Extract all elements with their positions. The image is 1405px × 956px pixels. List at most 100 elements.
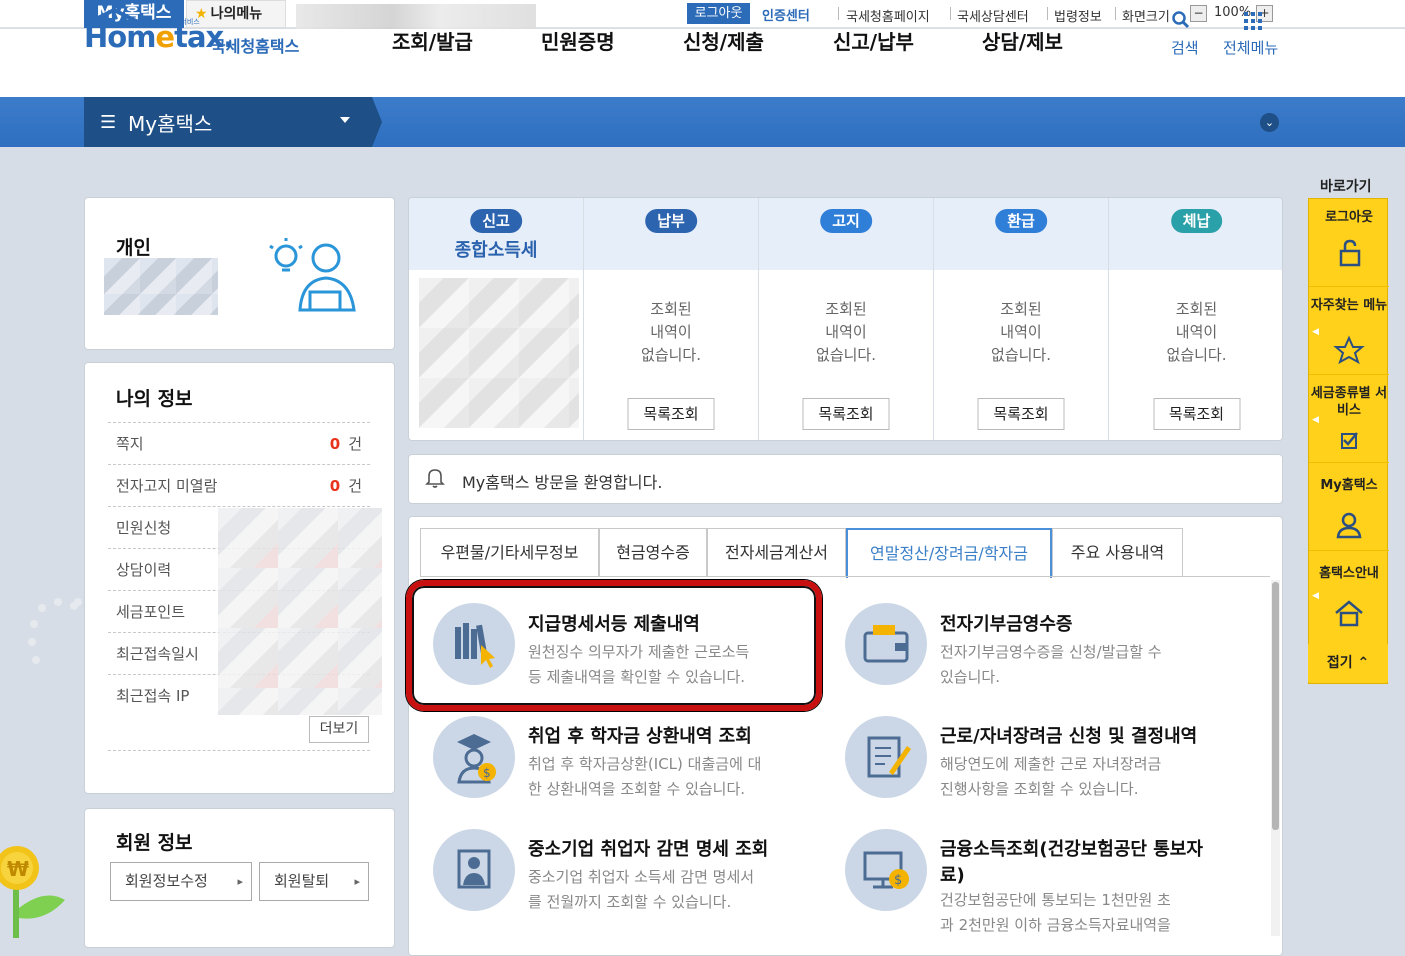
more-button[interactable]: 더보기 [309, 716, 369, 743]
nav-report-pay[interactable]: 신고/납부 [833, 26, 914, 55]
desc-line: 있습니다. [940, 668, 1000, 686]
service-desc: 전자기부금영수증을 신청/발급할 수있습니다. [940, 640, 1162, 690]
tab-mail-tax-info[interactable]: 우편물/기타세무정보 [420, 528, 599, 576]
nav-counsel[interactable]: 상담/제보 [982, 26, 1063, 55]
desc-line: 건강보험공단에 통보되는 1천만원 초 [940, 891, 1171, 909]
service-desc: 해당연도에 제출한 근로 자녀장려금진행사항을 조회할 수 있습니다. [940, 752, 1161, 802]
status-col-arrears: 체납 조회된 내역이 없습니다. 목록조회 [1109, 198, 1282, 440]
svg-text:$: $ [894, 873, 902, 888]
status-col-refund: 환급 조회된 내역이 없습니다. 목록조회 [934, 198, 1109, 440]
info-label: 쪽지 [116, 435, 144, 453]
service-title[interactable]: 금융소득조회(건강보험공단 통보자 료) [940, 835, 1203, 887]
bell-icon [425, 467, 445, 493]
worker-icon [433, 829, 515, 911]
info-row-messages[interactable]: 쪽지 0 건 [108, 422, 370, 464]
empty-line: 내역이 [650, 323, 692, 341]
list-inquiry-button[interactable]: 목록조회 [802, 398, 890, 430]
quick-logout-label: 로그아웃 [1325, 210, 1373, 225]
service-desc: 건강보험공단에 통보되는 1천만원 초과 2천만원 이하 금융소득자료내역을 [940, 888, 1171, 938]
list-inquiry-button[interactable]: 목록조회 [1153, 398, 1240, 430]
desc-line: 과 2천만원 이하 금융소득자료내역을 [940, 916, 1171, 934]
desc-line: 취업 후 학자금상환(ICL) 대출금에 대 [528, 755, 762, 773]
info-label: 전자고지 미열람 [116, 477, 218, 495]
nav-civil-cert[interactable]: 민원증명 [541, 26, 615, 55]
nav-apply-submit[interactable]: 신청/제출 [683, 26, 764, 55]
quick-favorites[interactable]: ◀ 자주찾는 메뉴 [1309, 287, 1389, 375]
quick-menu-title: 바로가기 [1320, 179, 1372, 195]
nts-homepage-link[interactable]: 국세청홈페이지 [846, 6, 930, 25]
info-label: 최근접속일시 [116, 645, 199, 663]
monitor-dollar-icon: $ [845, 829, 927, 911]
quick-fold-button[interactable]: 접기 ⌃ [1308, 644, 1388, 682]
coin-plant-icon: ₩ [0, 838, 75, 942]
count-unit: 건 [348, 477, 362, 495]
info-label: 최근접속 IP [116, 687, 190, 705]
svg-text:$: $ [483, 766, 491, 780]
tab-underline [420, 576, 1270, 577]
star-icon [1333, 335, 1365, 365]
user-icon [1336, 512, 1362, 539]
empty-message: 조회된 내역이 없습니다. [934, 298, 1108, 367]
edit-member-button[interactable]: 회원정보수정 ▸ [110, 862, 252, 901]
scrollbar-thumb[interactable] [1272, 582, 1279, 830]
zoom-out-button[interactable]: − [1190, 5, 1207, 22]
checkbox-icon [1341, 432, 1358, 449]
logout-button[interactable]: 로그아웃 [687, 3, 750, 24]
info-row-e-notice[interactable]: 전자고지 미열람 0 건 [108, 464, 370, 506]
status-pill-refund: 환급 [995, 209, 1047, 233]
service-title[interactable]: 전자기부금영수증 [940, 610, 1072, 636]
counsel-center-link[interactable]: 국세상담센터 [957, 6, 1029, 25]
chevron-up-icon: ⌃ [1357, 655, 1370, 671]
blurred-area [419, 278, 579, 428]
chevron-down-icon[interactable]: ⌄ [1260, 113, 1279, 132]
quick-tax-type[interactable]: ◀ 세금종류별 서비스 [1309, 375, 1389, 463]
list-inquiry-button[interactable]: 목록조회 [627, 398, 715, 430]
screen-size-label: 화면크기 [1122, 10, 1170, 25]
desc-line: 해당연도에 제출한 근로 자녀장려금 [940, 755, 1162, 773]
service-title[interactable]: 취업 후 학자금 상환내역 조회 [528, 722, 752, 748]
list-inquiry-button[interactable]: 목록조회 [977, 398, 1065, 430]
tab-cash-receipt[interactable]: 현금영수증 [599, 528, 707, 576]
empty-line: 없습니다. [816, 346, 876, 364]
tab-usage-history[interactable]: 주요 사용내역 [1052, 528, 1183, 576]
desc-line: 진행사항을 조회할 수 있습니다. [940, 780, 1139, 798]
divider [108, 750, 370, 751]
all-menu-label[interactable]: 전체메뉴 [1223, 37, 1278, 58]
quick-arrow-icon: ◀ [1312, 327, 1319, 337]
unlock-icon [1339, 239, 1361, 267]
search-label[interactable]: 검색 [1171, 37, 1199, 58]
empty-line: 조회된 [650, 300, 692, 318]
service-title[interactable]: 근로/자녀장려금 신청 및 결정내역 [940, 722, 1197, 748]
graduate-coin-icon: $ [433, 716, 515, 798]
form-pen-icon [845, 716, 927, 798]
search-icon[interactable] [1171, 10, 1191, 34]
withdraw-button[interactable]: 회원탈퇴 ▸ [259, 862, 369, 901]
status-pill-notice: 고지 [820, 209, 872, 233]
status-subtitle[interactable]: 종합소득세 [409, 236, 583, 262]
status-col-notice: 고지 조회된 내역이 없습니다. 목록조회 [759, 198, 934, 440]
quick-myhometax[interactable]: My홈택스 [1309, 463, 1389, 551]
law-info-link[interactable]: 법령정보 [1054, 6, 1102, 25]
empty-message: 조회된 내역이 없습니다. [584, 298, 758, 367]
empty-message: 조회된 내역이 없습니다. [1109, 298, 1282, 367]
service-title[interactable]: 중소기업 취업자 감면 명세 조회 [528, 835, 768, 861]
empty-line: 내역이 [825, 323, 867, 341]
nav-inquiry-issue[interactable]: 조회/발급 [392, 26, 473, 55]
logo-text-a: Hom [84, 20, 156, 54]
desc-line: 전자기부금영수증을 신청/발급할 수 [940, 643, 1162, 661]
quick-myhometax-label: My홈택스 [1320, 478, 1378, 493]
chevron-right-icon: ▸ [237, 875, 243, 888]
grid-menu-icon[interactable] [1244, 12, 1262, 34]
quick-tax-type-label: 세금종류별 서비스 [1310, 386, 1388, 418]
status-col-payment: 납부 조회된 내역이 없습니다. 목록조회 [584, 198, 759, 440]
divider [838, 7, 839, 20]
quick-guide[interactable]: ◀ 홈택스안내 [1309, 551, 1389, 639]
count-unit: 건 [348, 435, 362, 453]
blurred-values [218, 508, 382, 715]
cert-center-link[interactable]: 인증센터 [762, 5, 810, 24]
tab-year-end-settlement[interactable]: 연말정산/장려금/학자금 [846, 528, 1052, 578]
divider [950, 7, 951, 20]
red-highlight-box [406, 580, 822, 711]
quick-logout[interactable]: 로그아웃 [1309, 199, 1389, 287]
tab-e-tax-invoice[interactable]: 전자세금계산서 [707, 528, 846, 576]
